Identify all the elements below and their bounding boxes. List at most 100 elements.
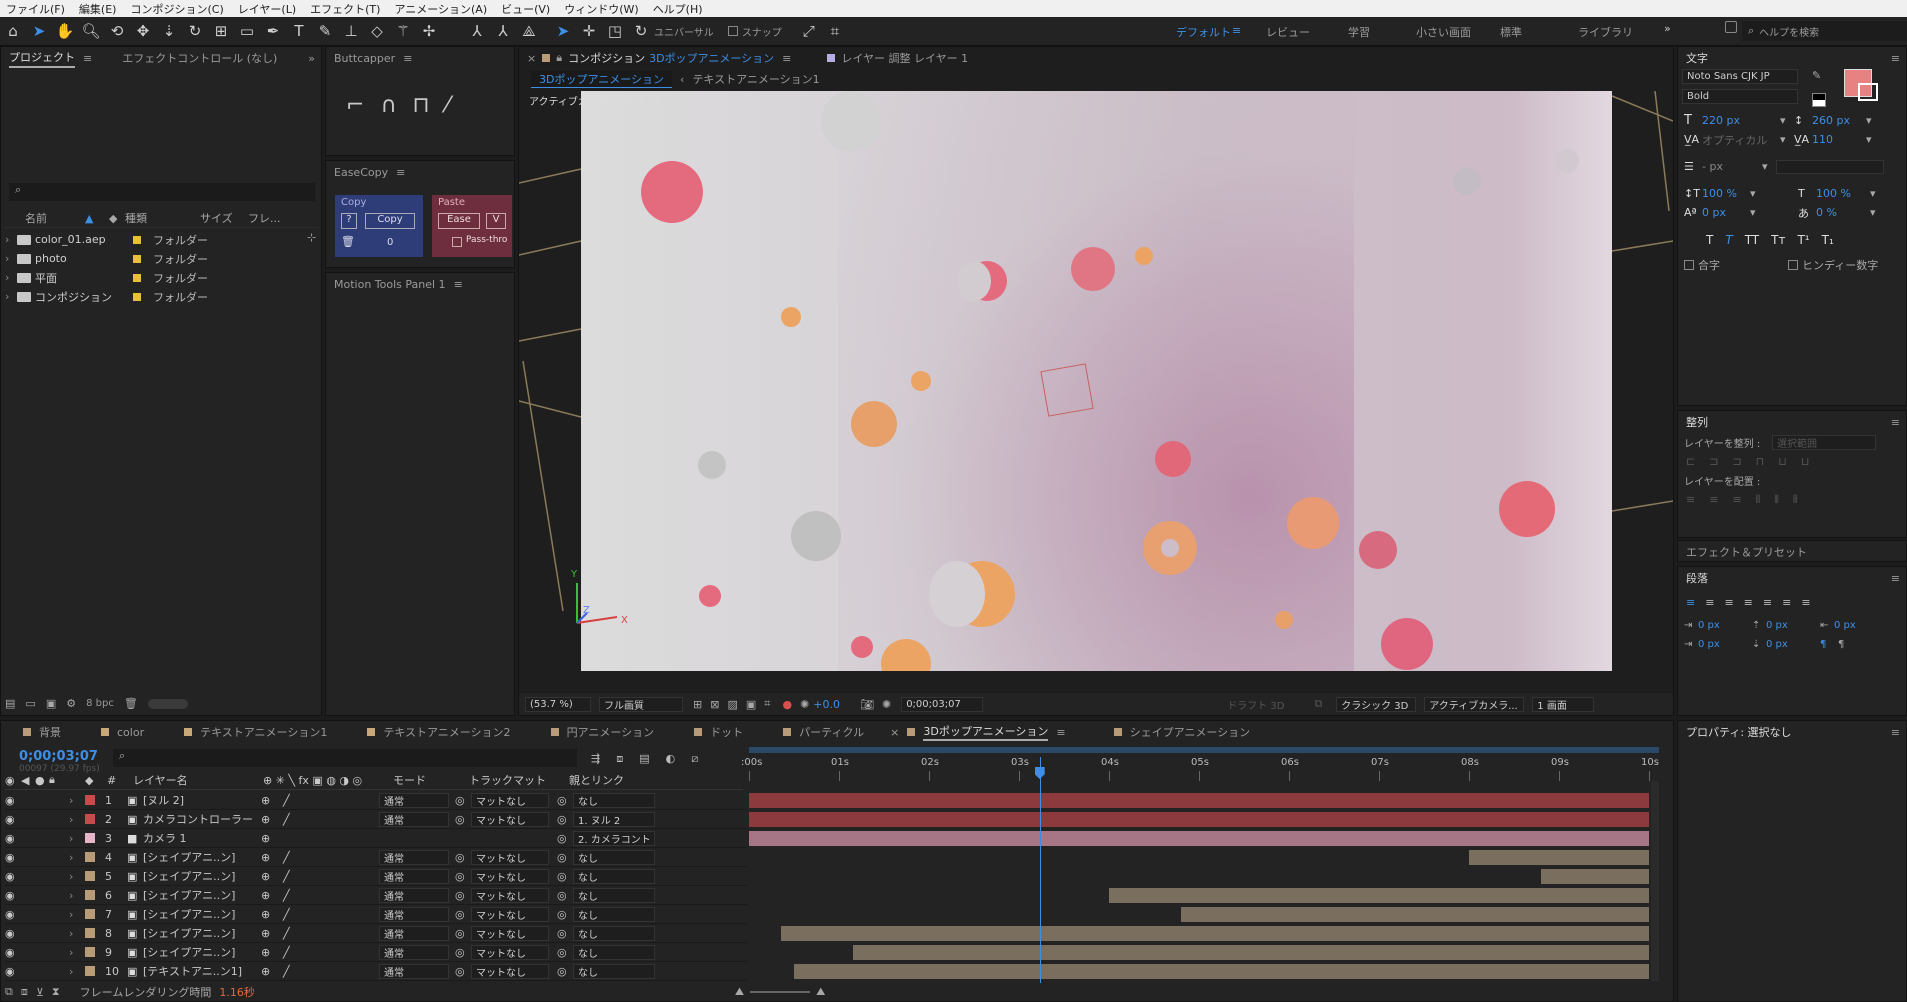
pickwhip-icon[interactable]: ◎ xyxy=(557,813,573,826)
indent-left[interactable]: 0 px xyxy=(1698,620,1752,631)
quality-switch-icon[interactable]: ╱ xyxy=(283,889,379,902)
eye-icon[interactable]: ◉ xyxy=(5,851,21,864)
workspace-0[interactable]: デフォルト xyxy=(1176,24,1231,40)
timecode-field[interactable]: 0;00;03;07 xyxy=(901,696,984,712)
small-caps-icon[interactable]: Tт xyxy=(1771,233,1785,247)
justify-all-icon[interactable]: ≡ xyxy=(1801,596,1810,609)
workspace-3[interactable]: 小さい画面 xyxy=(1416,24,1471,40)
menu-icon[interactable]: ≡ xyxy=(782,52,791,65)
draft-3d-toggle[interactable]: ドラフト 3D xyxy=(1227,697,1284,712)
menu-0[interactable]: ファイル(F) xyxy=(6,1,65,17)
grid-icon[interactable]: ⊞ xyxy=(693,698,702,711)
faux-bold-icon[interactable]: T xyxy=(1706,233,1713,247)
hindi-checkbox[interactable] xyxy=(1788,259,1798,270)
layer-row[interactable]: ◉ › 1 ▣ [ヌル 2] ⊕ ╱ 通常 ◎ マットなし ◎ なし xyxy=(5,791,747,810)
parent-dropdown[interactable]: なし xyxy=(573,944,655,960)
layer-label-swatch[interactable] xyxy=(85,890,95,900)
zoom-out-icon[interactable]: ⛰ xyxy=(735,985,744,999)
timeline-search-input[interactable]: ⌕ xyxy=(113,749,577,767)
layer-bar[interactable] xyxy=(1109,888,1649,903)
tsume[interactable]: 0 % xyxy=(1816,206,1870,219)
workspace-2[interactable]: 学習 xyxy=(1348,24,1370,40)
timeline-tab[interactable]: 3Dポップアニメーション xyxy=(923,723,1049,741)
brush-tool-icon[interactable]: ✎ xyxy=(312,19,338,43)
layer-label-swatch[interactable] xyxy=(85,909,95,919)
home-icon[interactable]: ⌂ xyxy=(0,19,26,43)
mask-icon[interactable]: ⊠ xyxy=(710,698,719,711)
layer-row[interactable]: ◉ › 9 ▣ [シェイプアニ..ン] ⊕ ╱ 通常 ◎ マットなし ◎ なし xyxy=(5,943,747,962)
parent-dropdown[interactable]: なし xyxy=(573,849,655,865)
distribute-right-icon[interactable]: ⫴ xyxy=(1793,493,1798,507)
align-vcenter-icon[interactable]: ⊔ xyxy=(1778,455,1787,468)
shy-icon[interactable]: ▤ xyxy=(639,752,649,765)
layer-row[interactable]: ◉ › 2 ▣ カメラコントローラー ⊕ ╱ 通常 ◎ マットなし ◎ 1. ヌル 2 xyxy=(5,810,747,829)
track-matte-dropdown[interactable]: マットなし xyxy=(471,868,549,884)
layer-label-swatch[interactable] xyxy=(85,852,95,862)
quality-switch-icon[interactable]: ╱ xyxy=(283,870,379,883)
help-button[interactable]: ? xyxy=(341,213,357,229)
layer-bar[interactable] xyxy=(749,812,1649,827)
chevron-right-icon[interactable]: › xyxy=(5,233,17,246)
chevron-right-icon[interactable]: › xyxy=(69,851,85,864)
menu-icon[interactable]: ≡ xyxy=(1891,572,1900,585)
lock-icon[interactable]: 🔒︎ xyxy=(556,51,562,65)
zoom-in-icon[interactable]: ⛰ xyxy=(816,985,825,999)
menu-6[interactable]: ビュー(V) xyxy=(501,1,550,17)
layer-label-swatch[interactable] xyxy=(85,833,95,843)
layer-name[interactable]: [シェイプアニ..ン] xyxy=(143,925,261,941)
timestretch-toggle-icon[interactable]: ⊻ xyxy=(36,986,44,999)
track-matte-dropdown[interactable]: マットなし xyxy=(471,792,549,808)
chevron-right-icon[interactable]: › xyxy=(69,946,85,959)
track-area[interactable] xyxy=(749,757,1659,983)
track-matte-icon[interactable]: ◎ xyxy=(455,908,471,921)
project-search-input[interactable]: ⌕ xyxy=(9,183,315,201)
menu-5[interactable]: アニメーション(A) xyxy=(394,1,487,17)
layer-name[interactable]: カメラコントローラー xyxy=(143,811,261,827)
snap-checkbox[interactable] xyxy=(727,26,738,36)
track-matte-icon[interactable]: ◎ xyxy=(455,946,471,959)
shy-switch-icon[interactable]: ⊕ xyxy=(261,908,283,921)
close-icon[interactable]: × xyxy=(527,52,536,65)
layer-label-swatch[interactable] xyxy=(85,814,95,824)
pickwhip-icon[interactable]: ◎ xyxy=(557,927,573,940)
pan-camera-icon[interactable]: ✥ xyxy=(130,19,156,43)
chevron-right-icon[interactable]: › xyxy=(5,290,17,303)
region-icon[interactable]: ▣ xyxy=(746,698,756,711)
layer-label-swatch[interactable] xyxy=(85,871,95,881)
chevron-right-icon[interactable]: › xyxy=(69,794,85,807)
chevron-down-icon[interactable]: ▾ xyxy=(1750,206,1798,219)
workspace-more-icon[interactable]: » xyxy=(1664,22,1671,35)
pickwhip-icon[interactable]: ◎ xyxy=(557,889,573,902)
eye-icon[interactable]: ◉ xyxy=(5,908,21,921)
layer-bar[interactable] xyxy=(749,831,1649,846)
tab-effect-controls[interactable]: エフェクトコントロール (なし) xyxy=(122,50,277,66)
eye-icon[interactable]: ◉ xyxy=(5,946,21,959)
selection-tool-icon[interactable]: ➤ xyxy=(26,19,52,43)
superscript-icon[interactable]: T¹ xyxy=(1797,233,1809,247)
baseline-shift[interactable]: 0 px xyxy=(1702,206,1750,219)
eye-icon[interactable]: ◉ xyxy=(5,794,21,807)
layer-name[interactable]: [シェイプアニ..ン] xyxy=(143,906,261,922)
track-matte-dropdown[interactable]: マットなし xyxy=(471,849,549,865)
menu-icon[interactable]: ≡ xyxy=(454,278,463,291)
layer-row[interactable]: ◉ › 6 ▣ [シェイプアニ..ン] ⊕ ╱ 通常 ◎ マットなし ◎ なし xyxy=(5,886,747,905)
rectangle-tool-icon[interactable]: ▭ xyxy=(234,19,260,43)
eye-icon[interactable]: ◉ xyxy=(5,927,21,940)
tab-project[interactable]: プロジェクト xyxy=(9,49,75,68)
frame-blend-icon[interactable]: ◐ xyxy=(666,752,676,765)
chevron-right-icon[interactable]: › xyxy=(5,271,17,284)
zoom-slider[interactable] xyxy=(147,698,188,709)
horizontal-scale[interactable]: 100 % xyxy=(1816,187,1870,200)
col-size[interactable]: サイズ xyxy=(200,210,248,226)
pen-tool-icon[interactable]: ✒ xyxy=(260,19,286,43)
timeline-tab[interactable]: シェイプアニメーション xyxy=(1130,724,1251,740)
eye-icon[interactable]: ◉ xyxy=(5,832,21,845)
track-matte-dropdown[interactable]: マットなし xyxy=(471,811,549,827)
stroke-width[interactable]: - px xyxy=(1702,160,1762,173)
col-type[interactable]: 種類 xyxy=(125,210,200,226)
quality-switch-icon[interactable]: ╱ xyxy=(283,908,379,921)
quality-dropdown[interactable]: フル画質 xyxy=(599,696,683,712)
pickwhip-icon[interactable]: ◎ xyxy=(557,965,573,978)
mode-dropdown[interactable]: 通常 xyxy=(379,944,449,960)
quality-switch-icon[interactable]: ╱ xyxy=(283,927,379,940)
